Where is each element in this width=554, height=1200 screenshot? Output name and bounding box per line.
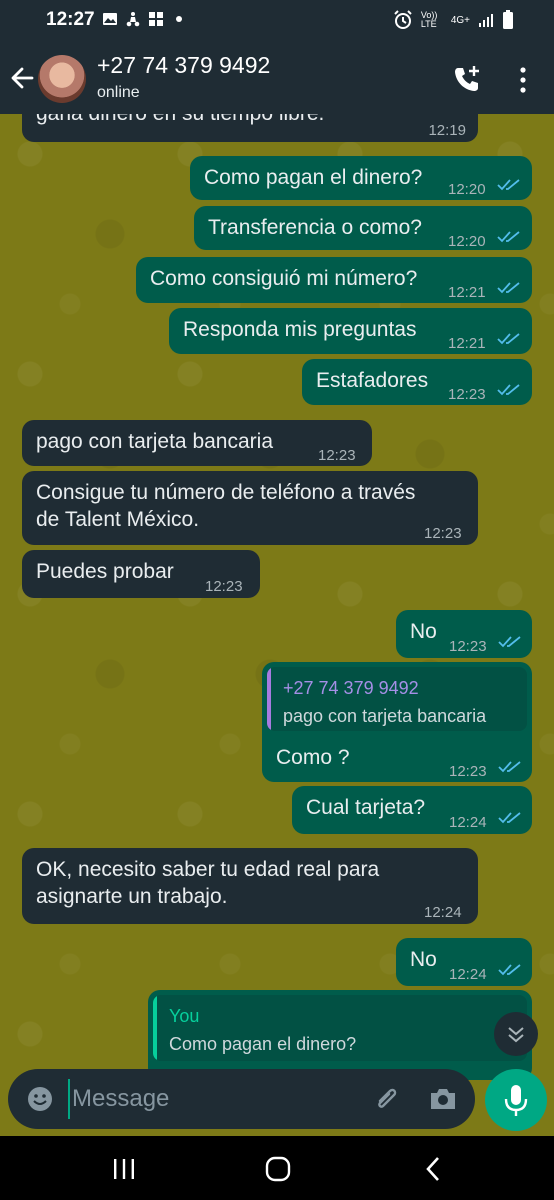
status-bar: 12:27 Vo)) LTE 4G+ bbox=[0, 0, 554, 44]
message-time: 12:23 bbox=[449, 763, 487, 780]
read-receipt-icon bbox=[498, 812, 521, 824]
alarm-icon bbox=[394, 10, 412, 29]
message-bubble-incoming[interactable]: gana dinero en su tiempo libre. 12:19 bbox=[22, 114, 478, 142]
battery-icon bbox=[503, 10, 513, 29]
message-text: Cual tarjeta? bbox=[306, 796, 426, 819]
system-navigation-bar bbox=[0, 1136, 554, 1200]
volte-icon: Vo)) LTE bbox=[420, 10, 438, 29]
quote-bar bbox=[267, 667, 271, 731]
status-time: 12:27 bbox=[46, 9, 95, 30]
message-time: 12:23 bbox=[448, 386, 486, 403]
message-time: 12:19 bbox=[428, 122, 466, 139]
message-time: 12:24 bbox=[449, 814, 487, 831]
message-bubble-outgoing[interactable]: Cual tarjeta? 12:24 bbox=[292, 786, 532, 834]
chat-header: +27 74 379 9492 online bbox=[0, 44, 554, 114]
add-call-icon[interactable] bbox=[452, 64, 482, 94]
contact-name[interactable]: +27 74 379 9492 bbox=[97, 52, 270, 79]
message-bubble-outgoing-reply[interactable]: +27 74 379 9492 pago con tarjeta bancari… bbox=[262, 662, 532, 782]
message-bubble-outgoing[interactable]: Como pagan el dinero? 12:20 bbox=[190, 156, 532, 200]
message-text: gana dinero en su tiempo libre. bbox=[36, 114, 324, 127]
message-time: 12:24 bbox=[424, 904, 462, 921]
emoji-icon[interactable] bbox=[26, 1085, 54, 1113]
double-chevron-down-icon bbox=[508, 1027, 524, 1043]
dot-icon bbox=[176, 16, 182, 22]
quoted-text: Como pagan el dinero? bbox=[169, 1034, 357, 1054]
recent-apps-icon[interactable] bbox=[112, 1158, 136, 1180]
message-time: 12:23 bbox=[318, 447, 356, 464]
message-time: 12:23 bbox=[205, 578, 243, 595]
quoted-text: pago con tarjeta bancaria bbox=[283, 706, 487, 726]
message-time: 12:23 bbox=[449, 638, 487, 655]
message-time: 12:20 bbox=[448, 233, 486, 250]
message-bubble-outgoing[interactable]: Transferencia o como? 12:20 bbox=[194, 206, 532, 250]
message-bubble-outgoing[interactable]: Estafadores 12:23 bbox=[302, 359, 532, 405]
home-icon[interactable] bbox=[265, 1156, 291, 1182]
scooter-icon bbox=[126, 12, 140, 27]
message-text: Responda mis preguntas bbox=[183, 318, 417, 341]
message-time: 12:21 bbox=[448, 284, 486, 301]
message-text: Como consiguió mi número? bbox=[150, 267, 418, 290]
message-text: No bbox=[410, 620, 437, 643]
quoted-sender: +27 74 379 9492 bbox=[283, 678, 419, 698]
message-text: Estafadores bbox=[316, 369, 429, 392]
attachment-icon[interactable] bbox=[372, 1083, 402, 1115]
message-time: 12:23 bbox=[424, 525, 462, 542]
windows-icon bbox=[149, 12, 163, 26]
more-options-icon[interactable] bbox=[513, 66, 533, 94]
contact-status: online bbox=[97, 84, 140, 101]
signal-icon bbox=[479, 14, 493, 27]
message-time: 12:24 bbox=[449, 966, 487, 983]
scroll-to-bottom-button[interactable] bbox=[494, 1012, 538, 1056]
read-receipt-icon bbox=[497, 333, 520, 345]
message-bubble-outgoing-reply[interactable]: You Como pagan el dinero? bbox=[148, 990, 532, 1080]
back-icon[interactable] bbox=[424, 1156, 442, 1182]
gallery-icon bbox=[103, 13, 117, 25]
message-bubble-incoming[interactable]: Consigue tu número de teléfono a través … bbox=[22, 471, 478, 545]
message-text: Consigue tu número de teléfono a través … bbox=[36, 481, 416, 531]
read-receipt-icon bbox=[497, 231, 520, 243]
message-composer bbox=[8, 1069, 475, 1129]
message-time: 12:20 bbox=[448, 181, 486, 198]
message-bubble-outgoing[interactable]: Como consiguió mi número? 12:21 bbox=[136, 257, 532, 303]
message-bubble-incoming[interactable]: OK, necesito saber tu edad real para asi… bbox=[22, 848, 478, 924]
message-bubble-outgoing[interactable]: No 12:23 bbox=[396, 610, 532, 658]
quoted-message[interactable]: You Como pagan el dinero? bbox=[153, 995, 527, 1061]
message-text: Puedes probar bbox=[36, 560, 174, 583]
quoted-sender: You bbox=[169, 1006, 200, 1026]
read-receipt-icon bbox=[497, 179, 520, 191]
message-text: OK, necesito saber tu edad real para asi… bbox=[36, 858, 380, 908]
message-time: 12:21 bbox=[448, 335, 486, 352]
read-receipt-icon bbox=[497, 384, 520, 396]
read-receipt-icon bbox=[498, 761, 521, 773]
message-input[interactable] bbox=[68, 1079, 368, 1119]
back-arrow-icon[interactable] bbox=[8, 64, 36, 92]
voice-message-button[interactable] bbox=[485, 1069, 547, 1131]
read-receipt-icon bbox=[498, 636, 521, 648]
quoted-message[interactable]: +27 74 379 9492 pago con tarjeta bancari… bbox=[267, 667, 527, 731]
message-text: Transferencia o como? bbox=[208, 216, 422, 239]
camera-icon[interactable] bbox=[428, 1084, 458, 1114]
message-bubble-incoming[interactable]: Puedes probar 12:23 bbox=[22, 550, 260, 598]
message-text: pago con tarjeta bancaria bbox=[36, 430, 273, 453]
read-receipt-icon bbox=[498, 964, 521, 976]
message-bubble-outgoing[interactable]: No 12:24 bbox=[396, 938, 532, 986]
avatar[interactable] bbox=[38, 55, 86, 103]
message-bubble-incoming[interactable]: pago con tarjeta bancaria 12:23 bbox=[22, 420, 372, 466]
read-receipt-icon bbox=[497, 282, 520, 294]
message-text: No bbox=[410, 948, 437, 971]
chat-area[interactable]: gana dinero en su tiempo libre. 12:19 Co… bbox=[0, 114, 554, 1136]
quote-bar bbox=[153, 995, 157, 1061]
message-text: Como pagan el dinero? bbox=[204, 166, 423, 189]
network-4g-icon: 4G+ bbox=[450, 14, 470, 26]
message-bubble-outgoing[interactable]: Responda mis preguntas 12:21 bbox=[169, 308, 532, 354]
message-text: Como ? bbox=[276, 746, 350, 769]
microphone-icon bbox=[504, 1085, 528, 1116]
